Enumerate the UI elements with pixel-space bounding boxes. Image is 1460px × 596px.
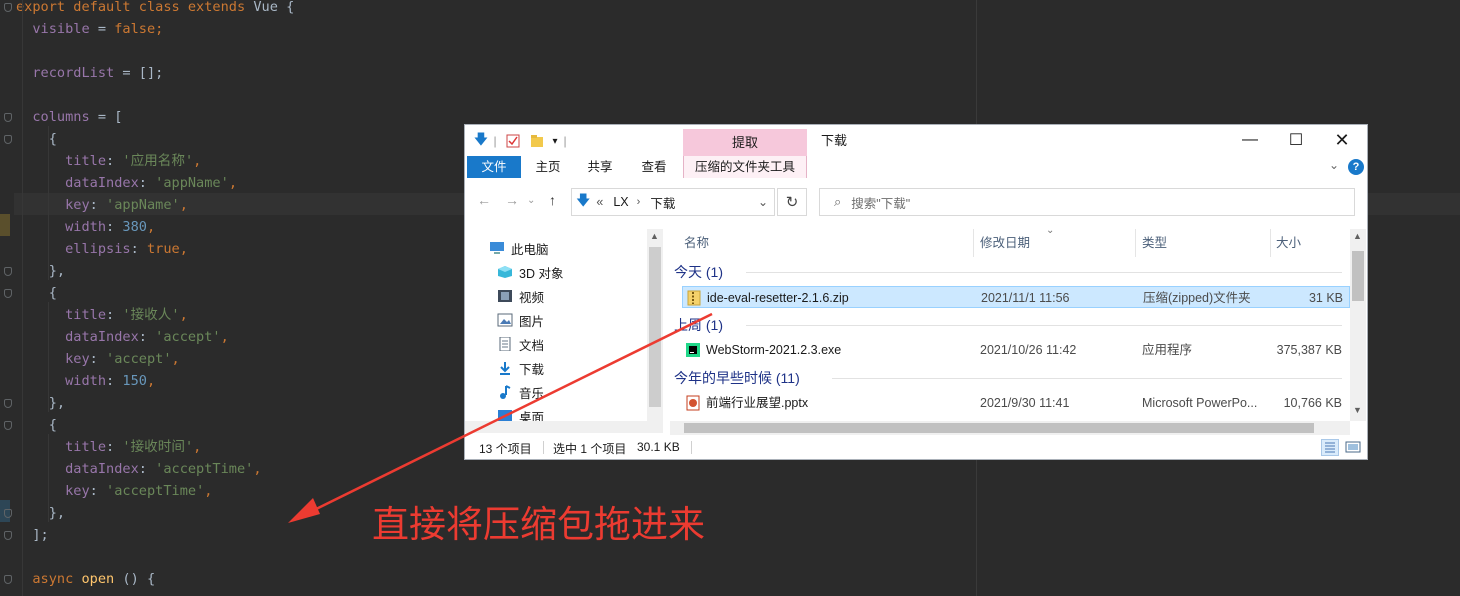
drag-arrow-annotation (288, 312, 713, 523)
annotation-caption: 直接将压缩包拖进来 (372, 503, 705, 546)
arrow-head (288, 498, 320, 523)
arrow-line (305, 312, 713, 516)
